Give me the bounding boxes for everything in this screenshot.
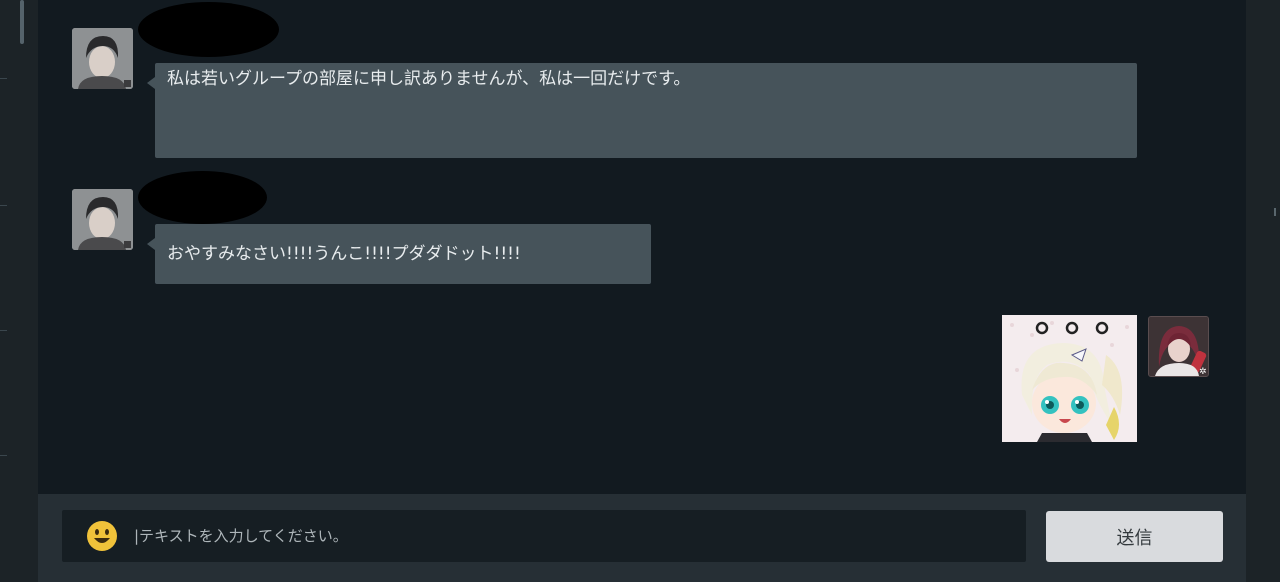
svg-text:✲: ✲ — [1199, 367, 1207, 376]
message-composer: 送信 — [38, 494, 1246, 582]
message-text: おやすみなさい!!!!うんこ!!!!プダダドット!!!! — [167, 244, 521, 264]
chibi-blonde-girl-sticker[interactable] — [1002, 315, 1137, 442]
scrollbar-thumb[interactable] — [20, 0, 24, 44]
message-input[interactable] — [134, 522, 1014, 550]
send-button[interactable]: 送信 — [1046, 511, 1223, 562]
message-list[interactable]: 私は若いグループの部屋に申し訳ありませんが、私は一回だけです。 おやすみなさい!… — [38, 0, 1246, 494]
rail-tick — [0, 205, 7, 206]
right-rail — [1246, 0, 1280, 582]
rail-notch — [1274, 208, 1276, 216]
message-bubble: おやすみなさい!!!!うんこ!!!!プダダドット!!!! — [147, 224, 651, 284]
smiley-face-icon[interactable] — [86, 520, 118, 552]
redacted-username — [138, 171, 267, 224]
redacted-username — [138, 2, 279, 57]
rail-tick — [0, 330, 7, 331]
message-bubble: 私は若いグループの部屋に申し訳ありませんが、私は一回だけです。 — [147, 63, 1137, 158]
text-field-container[interactable] — [62, 510, 1026, 562]
rail-tick — [0, 78, 7, 79]
left-rail — [0, 0, 38, 582]
self-avatar[interactable]: ✲ — [1148, 316, 1209, 377]
sender-avatar[interactable] — [72, 189, 133, 250]
sender-avatar[interactable] — [72, 28, 133, 89]
rail-tick — [0, 455, 7, 456]
message-text: 私は若いグループの部屋に申し訳ありませんが、私は一回だけです。 — [167, 69, 691, 89]
chat-window: 私は若いグループの部屋に申し訳ありませんが、私は一回だけです。 おやすみなさい!… — [0, 0, 1280, 582]
